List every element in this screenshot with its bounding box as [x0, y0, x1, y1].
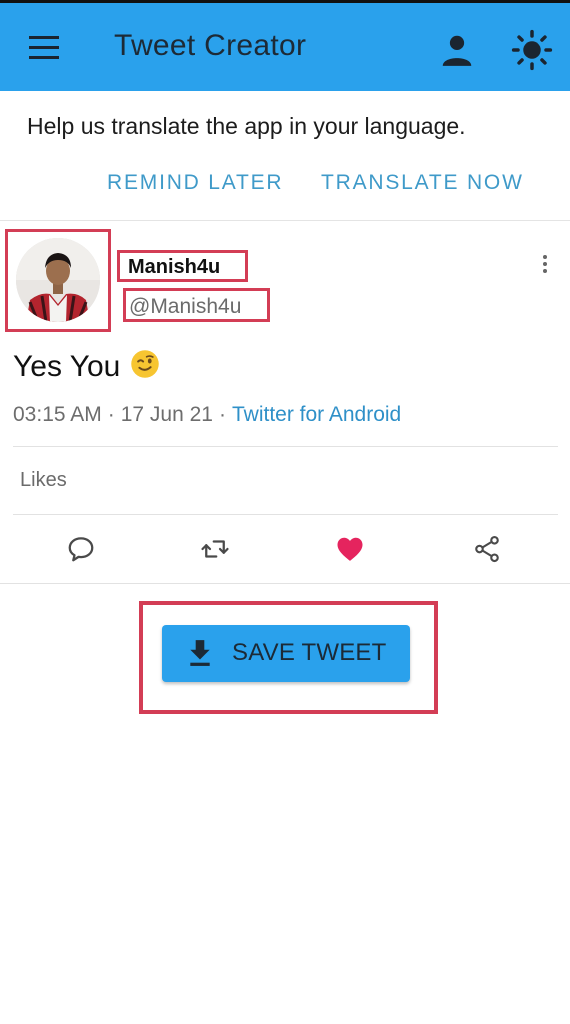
reply-icon[interactable] [66, 534, 96, 564]
tweet-text: Yes You [13, 349, 160, 384]
tweet-source-link[interactable]: Twitter for Android [232, 403, 401, 426]
meta-separator: · [107, 403, 115, 426]
user-handle: @Manish4u [129, 295, 242, 318]
likes-label[interactable]: Likes [20, 469, 67, 492]
winking-face-emoji-icon [131, 350, 160, 378]
banner-message: Help us translate the app in your langua… [27, 113, 466, 139]
avatar[interactable] [16, 238, 100, 322]
meta-separator: · [218, 403, 226, 426]
heart-icon[interactable] [335, 534, 365, 564]
save-tweet-button[interactable]: SAVE TWEET [162, 625, 410, 682]
divider [13, 514, 558, 515]
display-name-highlight: Manish4u [117, 250, 248, 282]
translate-banner: Help us translate the app in your langua… [0, 91, 570, 221]
save-tweet-label: SAVE TWEET [232, 639, 387, 666]
sun-icon[interactable] [511, 29, 553, 71]
more-options-icon[interactable] [540, 255, 550, 277]
share-icon[interactable] [472, 534, 502, 564]
remind-later-button[interactable]: REMIND LATER [107, 171, 283, 195]
app-title: Tweet Creator [114, 29, 307, 62]
handle-highlight: @Manish4u [123, 288, 270, 322]
app-bar: Tweet Creator [0, 3, 570, 91]
tweet-card: Manish4u @Manish4u Yes You 03:15 AM · 17 J… [0, 222, 570, 584]
download-icon [190, 640, 210, 666]
tweet-time: 03:15 AM [13, 403, 102, 426]
divider [13, 446, 558, 447]
avatar-highlight [5, 229, 111, 332]
tweet-text-content: Yes You [13, 350, 121, 383]
retweet-icon[interactable] [200, 534, 230, 564]
tweet-meta: 03:15 AM · 17 Jun 21 · Twitter for Android [13, 403, 401, 427]
display-name: Manish4u [128, 256, 221, 278]
tweet-date: 17 Jun 21 [120, 403, 213, 426]
account-icon[interactable] [438, 31, 476, 69]
hamburger-menu-icon[interactable] [26, 33, 62, 63]
save-button-highlight: SAVE TWEET [139, 601, 438, 714]
translate-now-button[interactable]: TRANSLATE NOW [321, 171, 524, 195]
